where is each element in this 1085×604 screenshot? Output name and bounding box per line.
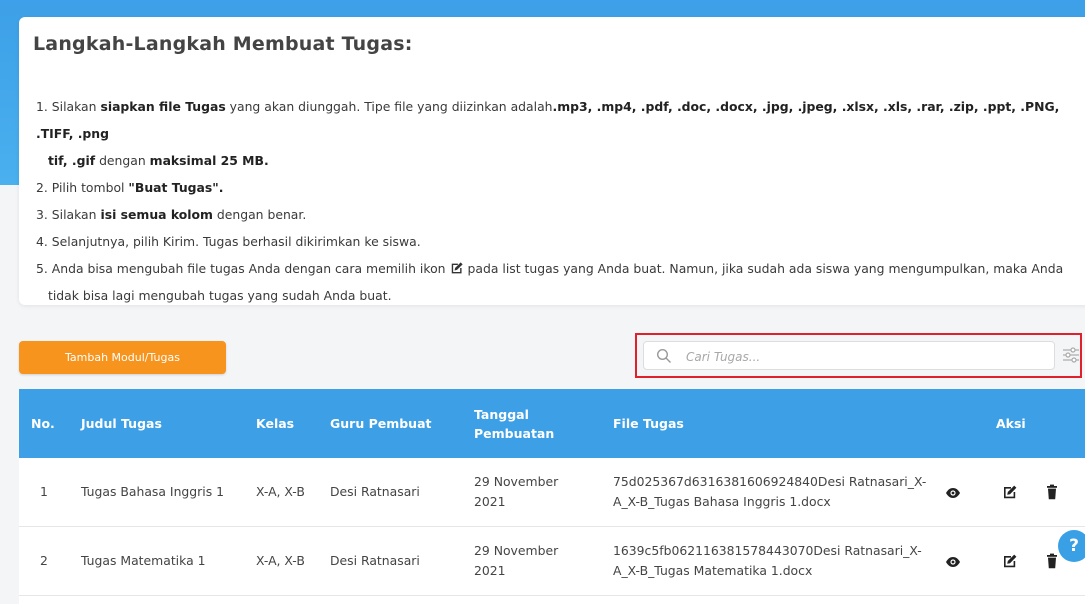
search-box [643, 341, 1055, 370]
view-icon[interactable] [945, 485, 961, 501]
cell-guru: Desi Ratnasari [330, 484, 420, 499]
table-row: 2 Tugas Matematika 1 X-A, X-B Desi Ratna… [19, 527, 1085, 596]
help-icon: ? [1069, 536, 1079, 556]
table-header: No. Judul Tugas Kelas Guru Pembuat Tangg… [19, 389, 1085, 458]
delete-icon[interactable] [1044, 484, 1060, 500]
header-tanggal: Tanggal Pembuatan [474, 406, 555, 441]
instructions-title: Langkah-Langkah Membuat Tugas: [33, 33, 413, 55]
cell-judul: Tugas Matematika 1 [81, 553, 206, 568]
step-2: 2. Pilih tombol "Buat Tugas". [36, 180, 224, 195]
step-5: 5. Anda bisa mengubah file tugas Anda de… [36, 261, 1064, 276]
step-1-continued: tif, .gif dengan maksimal 25 MB. [48, 153, 269, 168]
cell-judul: Tugas Bahasa Inggris 1 [81, 484, 224, 499]
edit-icon[interactable] [1002, 553, 1018, 569]
cell-guru: Desi Ratnasari [330, 553, 420, 568]
header-judul: Judul Tugas [81, 416, 162, 431]
search-highlight [635, 333, 1082, 378]
step-3: 3. Silakan isi semua kolom dengan benar. [36, 207, 307, 222]
instructions-card: Langkah-Langkah Membuat Tugas: 1. Silaka… [19, 17, 1085, 305]
delete-icon[interactable] [1044, 553, 1060, 569]
instructions-steps: 1. Silakan siapkan file Tugas yang akan … [36, 93, 1085, 309]
cell-file: 75d025367d6316381606924840Desi Ratnasari… [613, 474, 927, 509]
help-button[interactable]: ? [1058, 530, 1085, 562]
header-no: No. [31, 416, 55, 431]
cell-kelas: X-A, X-B [256, 484, 305, 499]
cell-tanggal: 29 November 2021 [474, 474, 559, 509]
search-input[interactable] [684, 345, 1048, 368]
search-icon [656, 348, 671, 363]
step-4: 4. Selanjutnya, pilih Kirim. Tugas berha… [36, 234, 421, 249]
step-5-continued: tidak bisa lagi mengubah tugas yang suda… [48, 288, 392, 303]
cell-no: 2 [40, 553, 48, 568]
header-guru: Guru Pembuat [330, 416, 432, 431]
header-file: File Tugas [613, 416, 684, 431]
table-row: 1 Tugas Bahasa Inggris 1 X-A, X-B Desi R… [19, 458, 1085, 527]
header-kelas: Kelas [256, 416, 295, 431]
cell-tanggal: 29 November 2021 [474, 543, 559, 578]
add-module-button[interactable]: Tambah Modul/Tugas [19, 341, 226, 374]
edit-icon[interactable] [1002, 484, 1018, 500]
header-aksi: Aksi [996, 416, 1026, 431]
cell-no: 1 [40, 484, 48, 499]
step-1: 1. Silakan siapkan file Tugas yang akan … [36, 99, 1060, 141]
edit-icon [451, 262, 463, 274]
filter-icon[interactable] [1062, 346, 1080, 364]
cell-kelas: X-A, X-B [256, 553, 305, 568]
task-table: No. Judul Tugas Kelas Guru Pembuat Tangg… [19, 389, 1085, 604]
view-icon[interactable] [945, 554, 961, 570]
cell-file: 1639c5fb062116381578443070Desi Ratnasari… [613, 543, 922, 578]
